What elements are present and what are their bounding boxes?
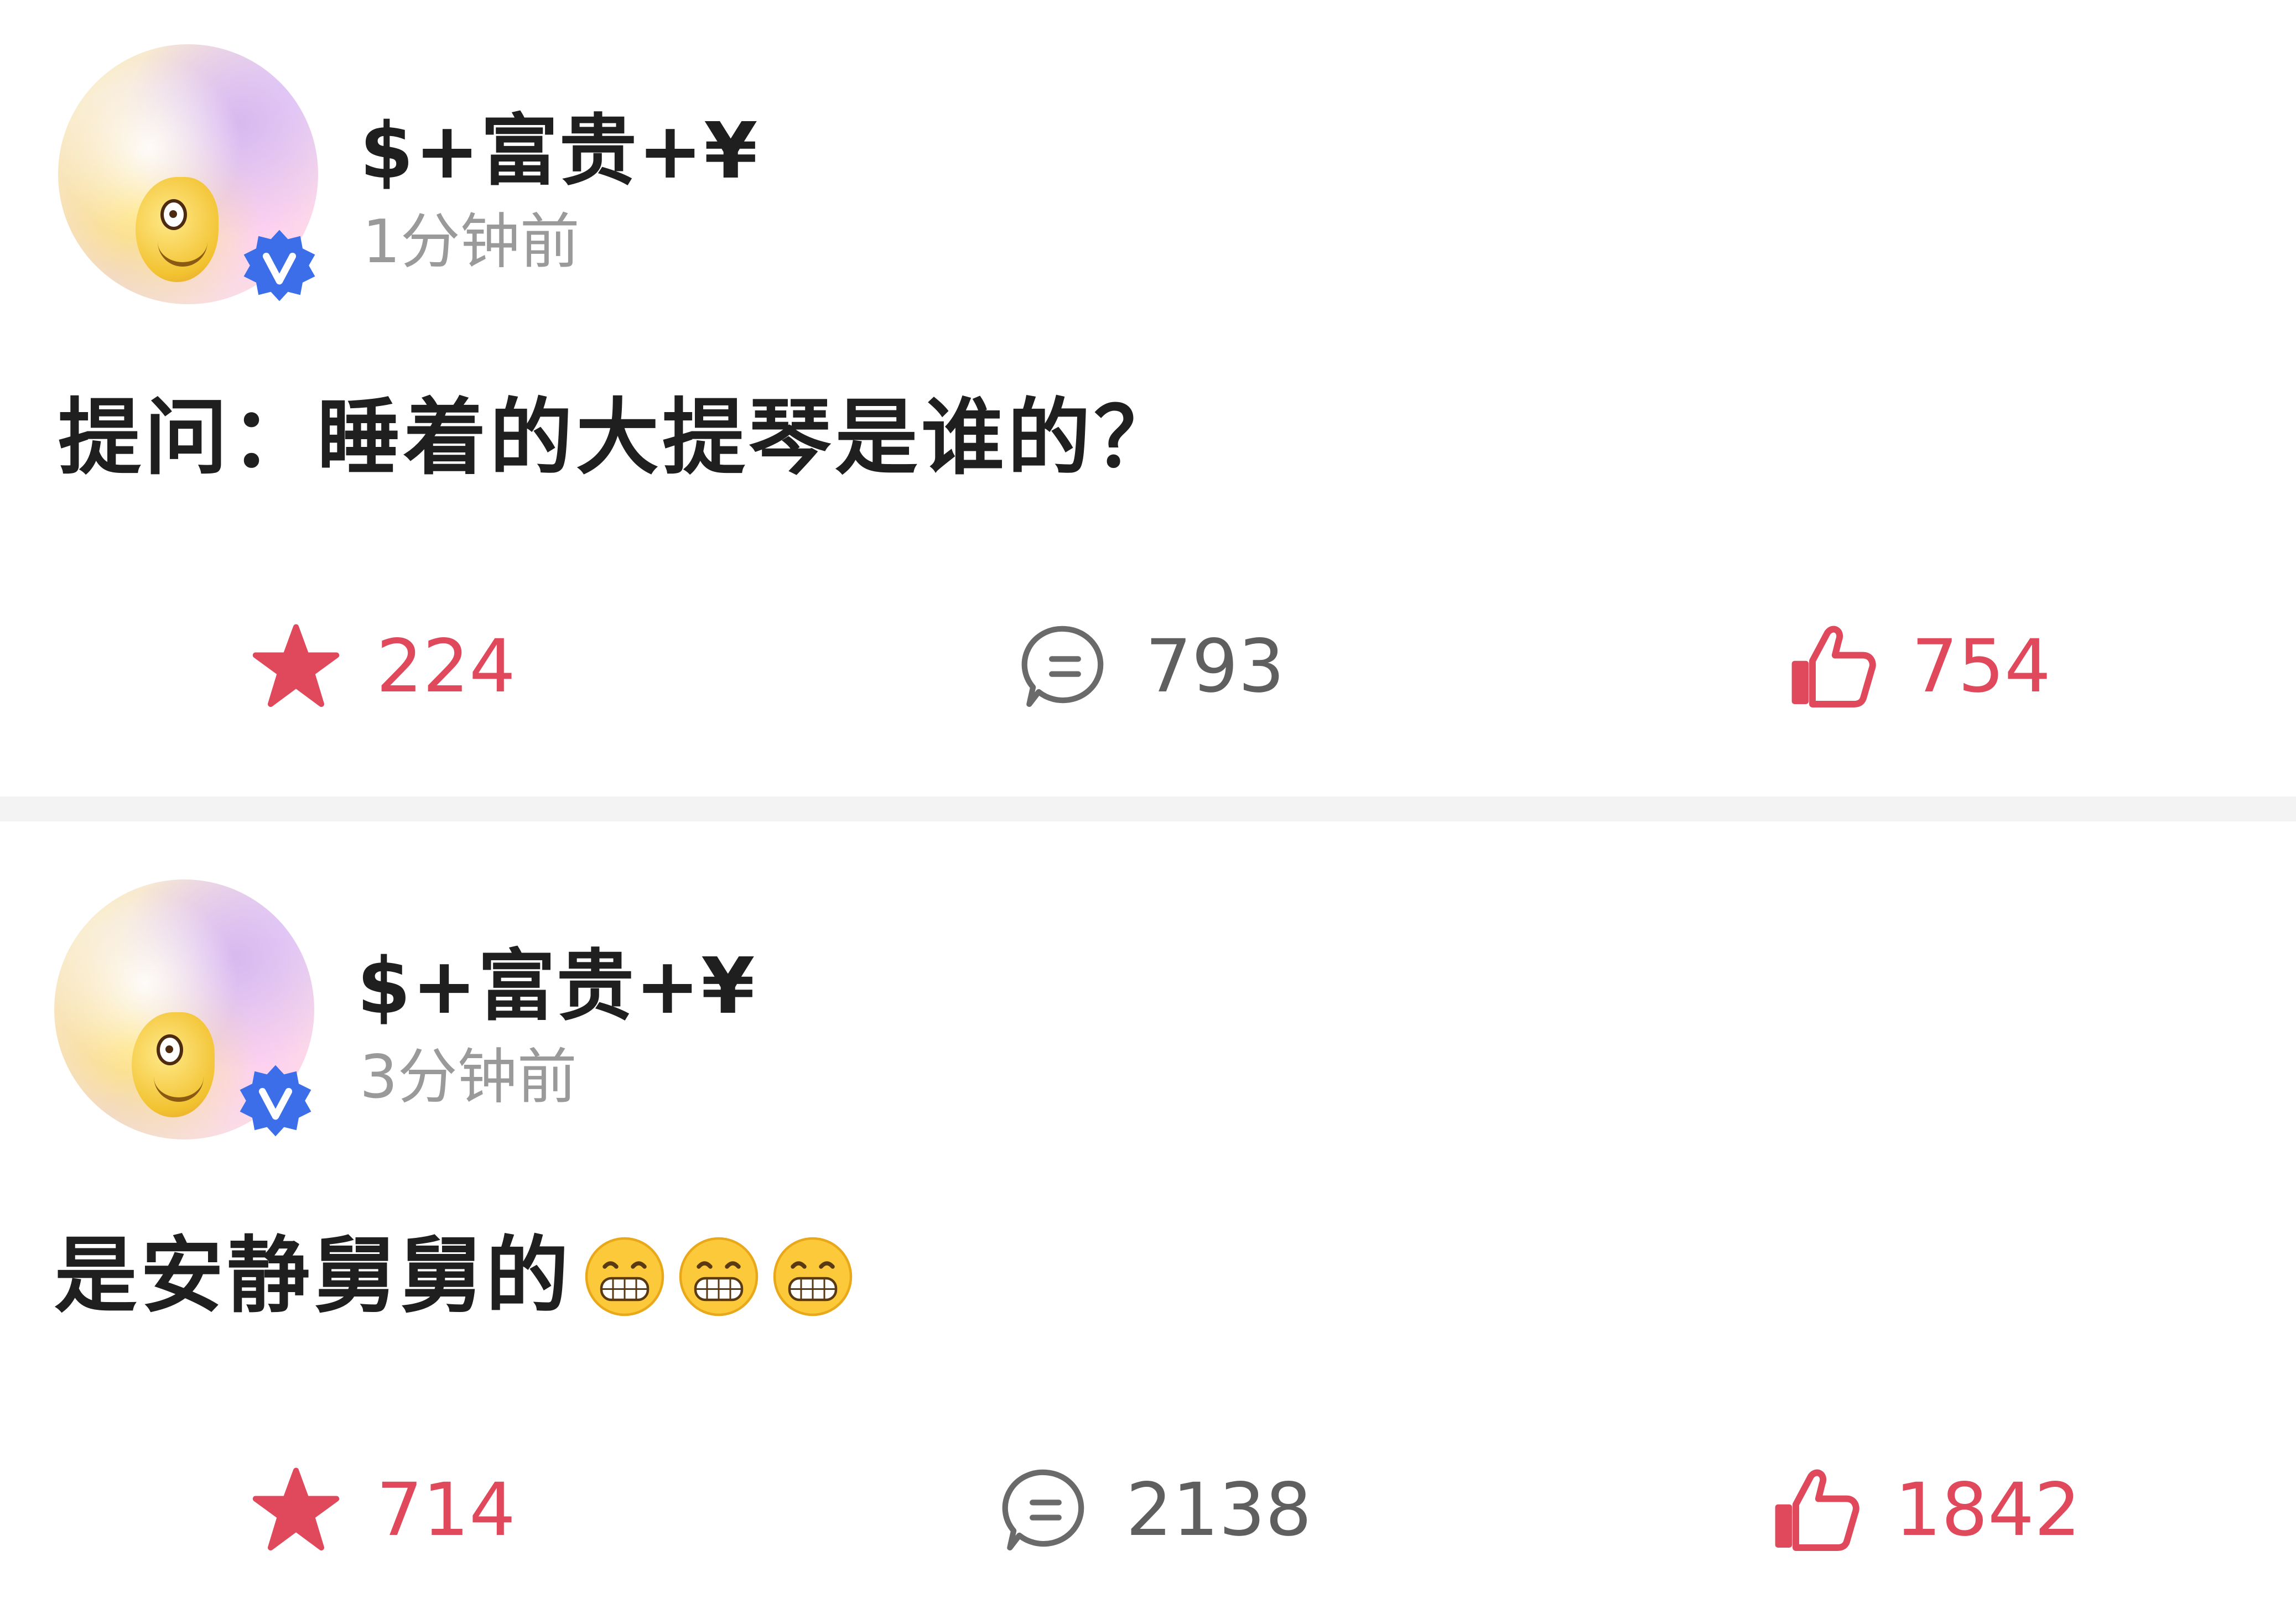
avatar-face xyxy=(136,177,219,282)
comment-bubble-icon xyxy=(1021,626,1104,707)
avatar-smile xyxy=(158,238,207,267)
post-divider xyxy=(0,797,2296,821)
comment-button[interactable]: 2138 xyxy=(999,1463,1312,1557)
favorite-count: 714 xyxy=(376,1467,516,1553)
post-content-text: 是安静舅舅的 xyxy=(54,1228,573,1324)
comment-count: 793 xyxy=(1145,624,1285,709)
like-button[interactable]: 1842 xyxy=(1768,1463,2081,1557)
avatar[interactable] xyxy=(54,879,314,1139)
grinning-face-emoji-icon xyxy=(585,1237,664,1316)
like-button[interactable]: 754 xyxy=(1784,620,2051,714)
like-count: 754 xyxy=(1911,624,2051,709)
post-content: 提问：睡着的大提琴是谁的？ xyxy=(58,390,1181,486)
comment-count: 2138 xyxy=(1126,1467,1312,1553)
favorite-button[interactable]: 224 xyxy=(249,620,516,714)
star-icon xyxy=(252,624,340,707)
favorite-button[interactable]: 714 xyxy=(249,1463,516,1557)
avatar[interactable] xyxy=(58,44,318,304)
post-card: $+富贵+¥ 3分钟前 是安静舅舅的 714 2138 1842 xyxy=(0,821,2296,1619)
post-content: 是安静舅舅的 xyxy=(54,1209,854,1329)
comment-bubble-icon xyxy=(1002,1469,1084,1551)
post-card: $+富贵+¥ 1分钟前 提问：睡着的大提琴是谁的？ 224 793 754 xyxy=(0,0,2296,797)
avatar-eye xyxy=(157,1034,183,1065)
avatar-smile xyxy=(154,1073,204,1102)
username[interactable]: $+富贵+¥ xyxy=(360,89,759,200)
avatar-face xyxy=(132,1012,215,1117)
timestamp: 1分钟前 xyxy=(362,207,580,277)
like-count: 1842 xyxy=(1895,1467,2081,1553)
verified-badge-icon xyxy=(240,1065,311,1137)
favorite-count: 224 xyxy=(376,624,516,709)
verified-badge-icon xyxy=(243,230,315,301)
grinning-face-emoji-icon xyxy=(679,1237,759,1316)
thumbs-up-icon xyxy=(1791,626,1876,707)
timestamp: 3分钟前 xyxy=(360,1043,577,1112)
thumbs-up-icon xyxy=(1775,1469,1859,1551)
avatar-eye xyxy=(160,199,187,230)
grinning-face-emoji-icon xyxy=(773,1237,853,1316)
star-icon xyxy=(252,1467,340,1551)
comment-button[interactable]: 793 xyxy=(1018,620,1285,714)
username[interactable]: $+富贵+¥ xyxy=(357,924,756,1035)
